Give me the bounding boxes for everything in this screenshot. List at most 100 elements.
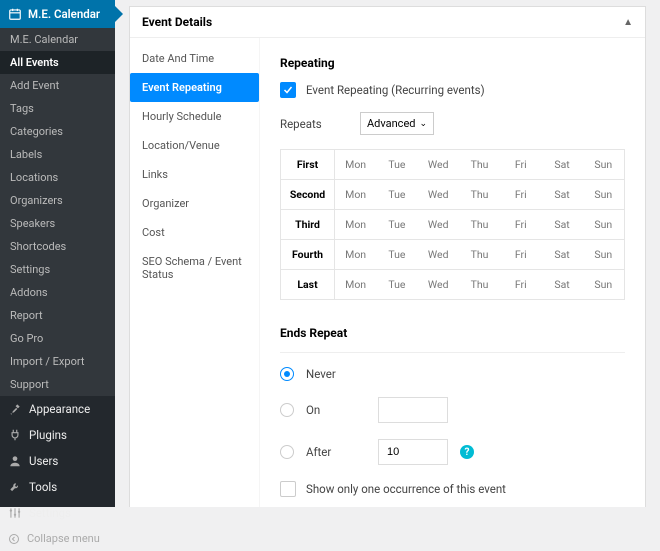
event-repeating-label: Event Repeating (Recurring events)	[306, 83, 485, 97]
sidebar-item-add-event[interactable]: Add Event	[0, 74, 115, 97]
show-once-label: Show only one occurrence of this event	[306, 482, 506, 496]
brush-icon	[8, 402, 22, 416]
sidebar-item-speakers[interactable]: Speakers	[0, 212, 115, 235]
day-cell-third-tue[interactable]: Tue	[376, 210, 417, 239]
day-cell-first-wed[interactable]: Wed	[418, 150, 459, 179]
tab-organizer[interactable]: Organizer	[130, 189, 259, 218]
panel-toggle-icon[interactable]: ▲	[623, 17, 633, 28]
sidebar-item-labels[interactable]: Labels	[0, 143, 115, 166]
tab-seo-schema-event-status[interactable]: SEO Schema / Event Status	[130, 247, 259, 289]
sidebar-item-locations[interactable]: Locations	[0, 166, 115, 189]
ends-after-radio[interactable]	[280, 445, 294, 459]
day-cell-second-thu[interactable]: Thu	[459, 180, 500, 209]
chevron-down-icon: ⌄	[419, 119, 427, 129]
event-repeating-checkbox[interactable]	[280, 82, 296, 98]
sidebar-item-addons[interactable]: Addons	[0, 281, 115, 304]
day-cell-last-wed[interactable]: Wed	[418, 270, 459, 299]
day-cell-third-wed[interactable]: Wed	[418, 210, 459, 239]
ends-on-date-input[interactable]	[378, 397, 448, 423]
day-cell-fourth-sun[interactable]: Sun	[583, 240, 624, 269]
day-cell-fourth-tue[interactable]: Tue	[376, 240, 417, 269]
sidebar-item-m-e-calendar[interactable]: M.E. Calendar	[0, 28, 115, 51]
day-cell-second-sun[interactable]: Sun	[583, 180, 624, 209]
day-cell-second-wed[interactable]: Wed	[418, 180, 459, 209]
collapse-icon	[8, 533, 20, 545]
tab-links[interactable]: Links	[130, 160, 259, 189]
row-header: Last	[281, 270, 335, 299]
tab-cost[interactable]: Cost	[130, 218, 259, 247]
day-cell-first-thu[interactable]: Thu	[459, 150, 500, 179]
calendar-icon	[8, 7, 22, 21]
day-cell-first-tue[interactable]: Tue	[376, 150, 417, 179]
day-cell-second-mon[interactable]: Mon	[335, 180, 376, 209]
day-cell-first-sat[interactable]: Sat	[541, 150, 582, 179]
sidebar-item-categories[interactable]: Categories	[0, 120, 115, 143]
day-cell-third-fri[interactable]: Fri	[500, 210, 541, 239]
ends-never-radio[interactable]	[280, 367, 294, 381]
day-cell-first-mon[interactable]: Mon	[335, 150, 376, 179]
ends-after-count-input[interactable]	[378, 439, 448, 465]
tab-content: Repeating Event Repeating (Recurring eve…	[260, 38, 645, 507]
sidebar-item-organizers[interactable]: Organizers	[0, 189, 115, 212]
brand-label: M.E. Calendar	[28, 7, 100, 21]
ends-repeat-heading: Ends Repeat	[280, 326, 625, 340]
row-header: Fourth	[281, 240, 335, 269]
day-cell-first-sun[interactable]: Sun	[583, 150, 624, 179]
day-cell-second-tue[interactable]: Tue	[376, 180, 417, 209]
sidebar-item-import-export[interactable]: Import / Export	[0, 350, 115, 373]
table-row: ThirdMonTueWedThuFriSatSun	[281, 210, 624, 240]
repeats-label: Repeats	[280, 117, 350, 131]
tab-hourly-schedule[interactable]: Hourly Schedule	[130, 102, 259, 131]
day-cell-third-thu[interactable]: Thu	[459, 210, 500, 239]
tab-event-repeating[interactable]: Event Repeating	[130, 73, 259, 102]
sidebar-item-settings[interactable]: Settings	[0, 258, 115, 281]
plug-icon	[8, 428, 22, 442]
day-cell-last-tue[interactable]: Tue	[376, 270, 417, 299]
day-cell-fourth-sat[interactable]: Sat	[541, 240, 582, 269]
show-once-checkbox[interactable]	[280, 481, 296, 497]
ends-never-label: Never	[306, 367, 366, 381]
day-cell-last-thu[interactable]: Thu	[459, 270, 500, 299]
day-cell-last-sun[interactable]: Sun	[583, 270, 624, 299]
day-cell-fourth-wed[interactable]: Wed	[418, 240, 459, 269]
ends-on-radio[interactable]	[280, 403, 294, 417]
day-cell-first-fri[interactable]: Fri	[500, 150, 541, 179]
day-cell-fourth-thu[interactable]: Thu	[459, 240, 500, 269]
sidebar-brand[interactable]: M.E. Calendar	[0, 0, 115, 28]
table-row: FirstMonTueWedThuFriSatSun	[281, 150, 624, 180]
tab-date-and-time[interactable]: Date And Time	[130, 44, 259, 73]
sidebar-main-tools[interactable]: Tools	[0, 474, 115, 500]
sidebar-item-report[interactable]: Report	[0, 304, 115, 327]
day-cell-fourth-mon[interactable]: Mon	[335, 240, 376, 269]
sidebar-item-shortcodes[interactable]: Shortcodes	[0, 235, 115, 258]
day-cell-second-sat[interactable]: Sat	[541, 180, 582, 209]
sidebar-item-support[interactable]: Support	[0, 373, 115, 396]
day-cell-third-sun[interactable]: Sun	[583, 210, 624, 239]
sidebar-main-settings[interactable]: Settings	[0, 500, 115, 526]
sidebar-item-all-events[interactable]: All Events	[0, 51, 115, 74]
panel-header: Event Details ▲	[130, 7, 645, 38]
day-cell-last-sat[interactable]: Sat	[541, 270, 582, 299]
repeats-select[interactable]: Advanced ⌄	[360, 112, 434, 135]
repeating-heading: Repeating	[280, 56, 625, 70]
day-cell-third-mon[interactable]: Mon	[335, 210, 376, 239]
panel-title: Event Details	[142, 15, 212, 29]
sidebar-main-users[interactable]: Users	[0, 448, 115, 474]
event-details-panel: Event Details ▲ Date And TimeEvent Repea…	[129, 6, 646, 507]
wp-sidebar: M.E. Calendar M.E. CalendarAll EventsAdd…	[0, 0, 115, 507]
day-cell-last-mon[interactable]: Mon	[335, 270, 376, 299]
check-icon	[282, 84, 294, 96]
help-icon[interactable]: ?	[460, 445, 474, 459]
sidebar-item-go-pro[interactable]: Go Pro	[0, 327, 115, 350]
sidebar-main-appearance[interactable]: Appearance	[0, 396, 115, 422]
day-cell-third-sat[interactable]: Sat	[541, 210, 582, 239]
day-cell-fourth-fri[interactable]: Fri	[500, 240, 541, 269]
sidebar-item-tags[interactable]: Tags	[0, 97, 115, 120]
day-cell-last-fri[interactable]: Fri	[500, 270, 541, 299]
collapse-menu[interactable]: Collapse menu	[0, 526, 115, 551]
day-cell-second-fri[interactable]: Fri	[500, 180, 541, 209]
sidebar-main-plugins[interactable]: Plugins	[0, 422, 115, 448]
table-row: LastMonTueWedThuFriSatSun	[281, 270, 624, 299]
tab-location-venue[interactable]: Location/Venue	[130, 131, 259, 160]
active-arrow-icon	[115, 6, 123, 22]
